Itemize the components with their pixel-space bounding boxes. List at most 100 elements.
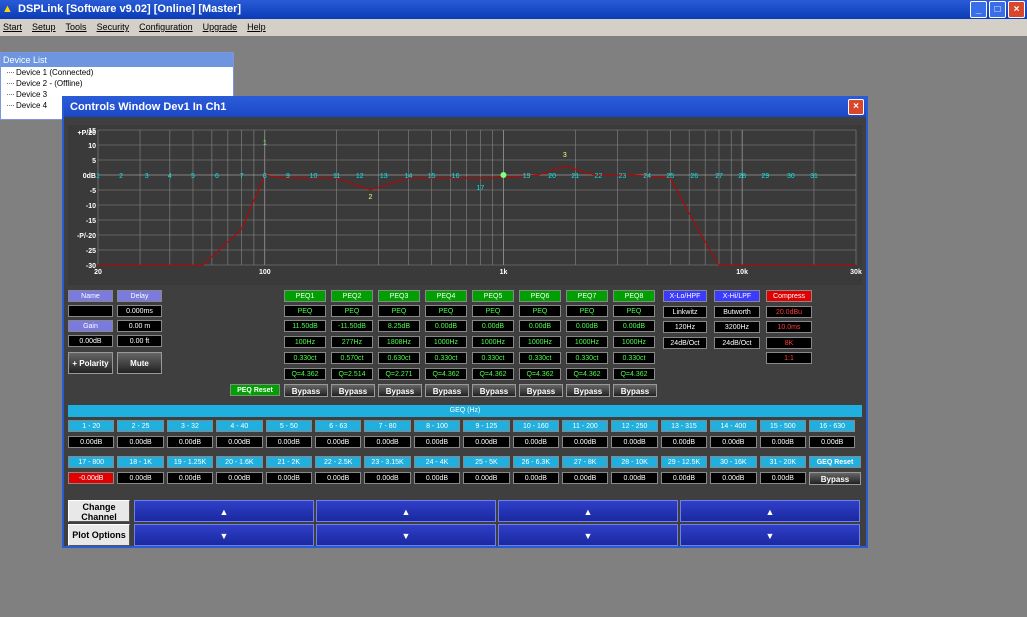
geq-band-button[interactable]: 10 - 160 <box>512 420 559 432</box>
geq-band-value[interactable]: 0.00dB <box>660 436 708 448</box>
peq-freq[interactable]: 1000Hz <box>519 336 561 348</box>
geq-bypass-button[interactable]: Bypass <box>809 472 861 485</box>
geq-band-button[interactable]: 8 - 100 <box>413 420 461 432</box>
peq-bandwidth[interactable]: 0.630ct <box>378 352 420 364</box>
geq-band-button[interactable]: 5 - 50 <box>265 420 312 432</box>
peq-gain[interactable]: 0.00dB <box>519 320 561 332</box>
xover-hi-field[interactable]: 3200Hz <box>714 321 760 333</box>
geq-band-value[interactable]: 0.00dB <box>117 472 164 484</box>
xover-lo-field[interactable]: X-Lo/HPF <box>663 290 707 302</box>
geq-band-value[interactable]: 0.00dB <box>413 436 461 448</box>
peq-bandwidth[interactable]: 0.330ct <box>566 352 608 364</box>
geq-band-button[interactable]: 27 - 8K <box>562 456 609 468</box>
peq-bypass-button[interactable]: Bypass <box>284 384 328 397</box>
compressor-field[interactable]: 8K <box>766 336 812 349</box>
scroll-up-button[interactable]: ▲ <box>680 500 860 522</box>
geq-band-button[interactable]: 11 - 200 <box>562 420 609 432</box>
scroll-up-button[interactable]: ▲ <box>134 500 314 522</box>
peq-freq[interactable]: 1000Hz <box>566 336 608 348</box>
xover-lo-field[interactable]: 120Hz <box>663 321 707 333</box>
peq-marker[interactable]: 1 <box>263 140 267 147</box>
geq-band-button[interactable]: 15 - 500 <box>759 420 806 432</box>
peq-type[interactable]: PEQ <box>613 305 655 317</box>
controls-close-button[interactable]: × <box>848 99 864 115</box>
geq-band-value[interactable]: 0.00dB <box>611 436 658 448</box>
geq-band-value[interactable]: 0.00dB <box>216 436 263 448</box>
menu-start[interactable]: Start <box>3 19 22 36</box>
peq-gain[interactable]: 8.25dB <box>378 320 420 332</box>
peq-bypass-button[interactable]: Bypass <box>425 384 469 397</box>
peq-reset-button[interactable]: PEQ Reset <box>230 384 280 396</box>
compressor-field[interactable]: 1:1 <box>766 352 812 364</box>
peq-marker[interactable]: 3 <box>563 152 567 159</box>
close-button[interactable]: × <box>1008 1 1025 18</box>
xover-hi-field[interactable]: 24dB/Oct <box>714 336 760 349</box>
peq-bypass-button[interactable]: Bypass <box>566 384 610 397</box>
geq-band-button[interactable]: 30 - 16K <box>710 456 757 468</box>
geq-reset-button[interactable]: GEQ Reset <box>809 456 861 468</box>
geq-band-button[interactable]: 1 - 20 <box>68 420 115 432</box>
menu-security[interactable]: Security <box>97 19 130 36</box>
geq-band-button[interactable]: 3 - 32 <box>166 420 214 432</box>
peq-bandwidth[interactable]: 0.330ct <box>284 352 326 364</box>
compressor-field[interactable]: Compress <box>766 290 812 302</box>
peq-type[interactable]: PEQ <box>472 305 514 317</box>
geq-band-value[interactable]: 0.00dB <box>265 472 312 484</box>
scroll-down-button[interactable]: ▼ <box>680 524 860 546</box>
xover-lo-field[interactable]: 24dB/Oct <box>663 336 707 349</box>
scroll-down-button[interactable]: ▼ <box>498 524 678 546</box>
eq-response-graph[interactable]: +P/20151050dB-5-10-15-P/-20-25-3020 100 1k… <box>68 125 862 285</box>
peq-header[interactable]: PEQ2 <box>331 290 373 302</box>
menu-upgrade[interactable]: Upgrade <box>203 19 238 36</box>
geq-band-value[interactable]: 0.00dB <box>166 472 214 484</box>
geq-band-value[interactable]: 0.00dB <box>265 436 312 448</box>
peq-header[interactable]: PEQ3 <box>378 290 420 302</box>
peq-gain[interactable]: 0.00dB <box>425 320 467 332</box>
minimize-button[interactable]: _ <box>970 1 987 18</box>
geq-band-value[interactable]: 0.00dB <box>364 436 411 448</box>
device-item[interactable]: Device 2 - (Offline) <box>1 78 233 89</box>
gain-button[interactable]: Gain <box>68 320 113 332</box>
geq-band-button[interactable]: 31 - 20K <box>759 456 806 468</box>
geq-band-value[interactable]: 0.00dB <box>562 472 609 484</box>
polarity-button[interactable]: + Polarity <box>68 352 113 374</box>
peq-freq[interactable]: 100Hz <box>284 336 326 348</box>
peq-bypass-button[interactable]: Bypass <box>519 384 563 397</box>
peq-type[interactable]: PEQ <box>519 305 561 317</box>
geq-band-value[interactable]: 0.00dB <box>413 472 461 484</box>
geq-band-value[interactable]: 0.00dB <box>512 436 559 448</box>
geq-band-value[interactable]: 0.00dB <box>512 472 559 484</box>
geq-band-value[interactable]: 0.00dB <box>562 436 609 448</box>
geq-band-value[interactable]: 0.00dB <box>117 436 164 448</box>
peq-gain[interactable]: 0.00dB <box>566 320 608 332</box>
geq-band-button[interactable]: 16 - 630 <box>809 420 856 432</box>
geq-band-button[interactable]: 17 - 800 <box>68 456 115 468</box>
peq-bandwidth[interactable]: 0.330ct <box>425 352 467 364</box>
peq-header[interactable]: PEQ7 <box>566 290 608 302</box>
peq-freq[interactable]: 1000Hz <box>613 336 655 348</box>
peq-type[interactable]: PEQ <box>566 305 608 317</box>
geq-band-value[interactable]: 0.00dB <box>463 436 510 448</box>
geq-band-button[interactable]: 26 - 6.3K <box>512 456 559 468</box>
peq-gain[interactable]: 0.00dB <box>472 320 514 332</box>
peq-freq[interactable]: 1000Hz <box>425 336 467 348</box>
peq-type[interactable]: PEQ <box>425 305 467 317</box>
geq-band-button[interactable]: 29 - 12.5K <box>660 456 708 468</box>
geq-band-button[interactable]: 9 - 125 <box>463 420 510 432</box>
peq-bandwidth[interactable]: 0.330ct <box>519 352 561 364</box>
geq-band-button[interactable]: 14 - 400 <box>710 420 757 432</box>
geq-band-button[interactable]: 20 - 1.6K <box>216 456 263 468</box>
name-value[interactable] <box>68 305 113 317</box>
name-button[interactable]: Name <box>68 290 113 302</box>
geq-band-value[interactable]: 0.00dB <box>216 472 263 484</box>
geq-band-button[interactable]: 25 - 5K <box>463 456 510 468</box>
change-channel-button[interactable]: Change Channel <box>68 500 130 522</box>
gain-value[interactable]: 0.00dB <box>68 335 113 347</box>
peq-bandwidth[interactable]: 0.330ct <box>613 352 655 364</box>
scroll-up-button[interactable]: ▲ <box>498 500 678 522</box>
scroll-up-button[interactable]: ▲ <box>316 500 496 522</box>
geq-band-button[interactable]: 4 - 40 <box>216 420 263 432</box>
geq-band-value[interactable]: 0.00dB <box>166 436 214 448</box>
menu-help[interactable]: Help <box>247 19 266 36</box>
geq-band-button[interactable]: 24 - 4K <box>413 456 461 468</box>
